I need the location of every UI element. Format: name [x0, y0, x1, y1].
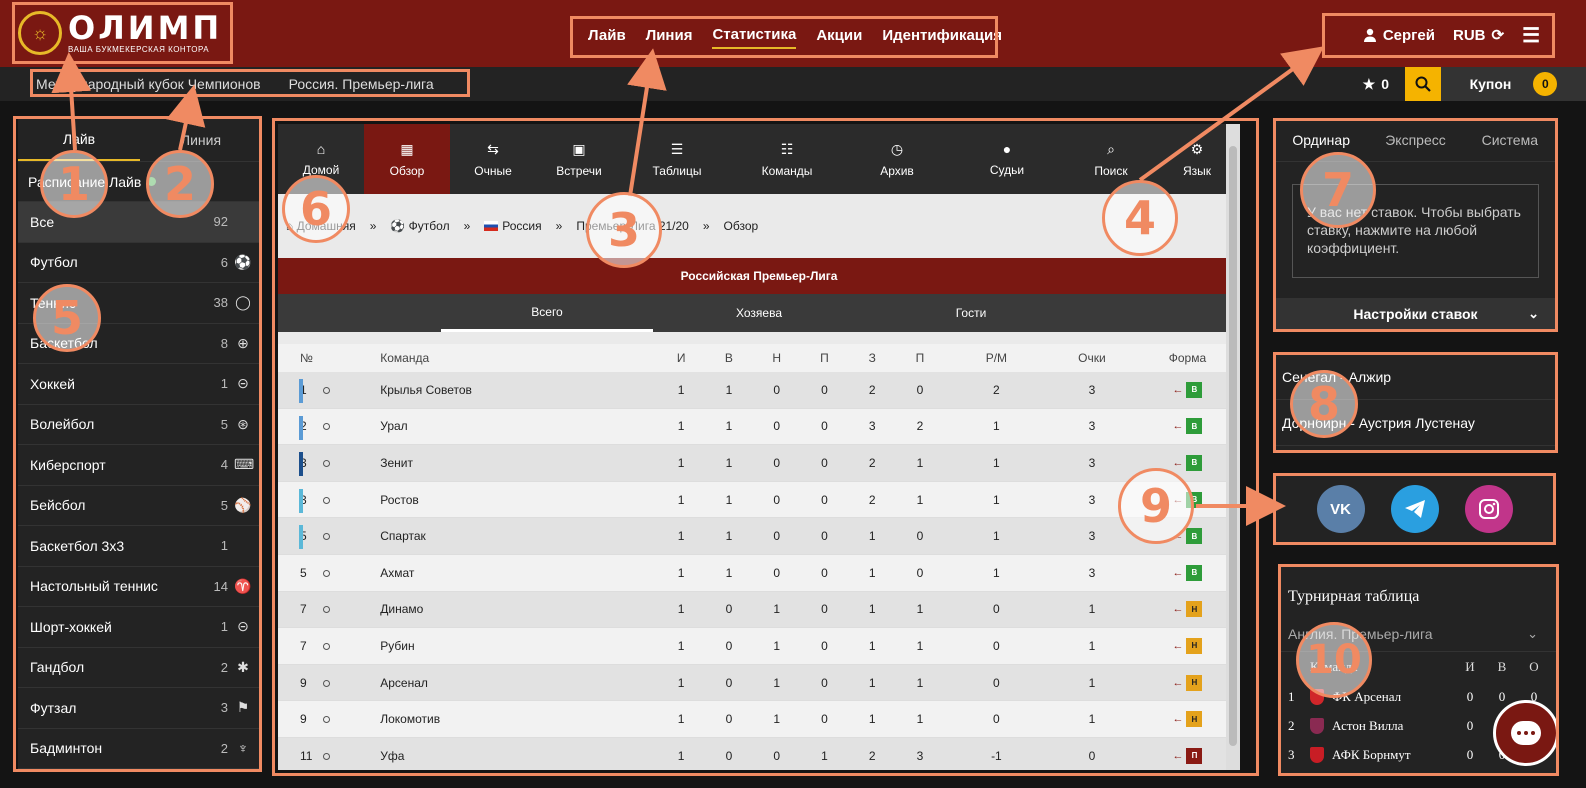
- annotation-marker: 10: [1296, 622, 1372, 698]
- annotation-marker: 5: [33, 284, 101, 352]
- app-root: ☼ ОЛИМП ВАША БУКМЕКЕРСКАЯ КОНТОРА Лайв Л…: [0, 0, 1586, 788]
- annotation-marker: 1: [40, 150, 108, 218]
- annotation-marker: 8: [1290, 370, 1358, 438]
- annotation-marker: 9: [1118, 468, 1194, 544]
- annotation-marker: 2: [146, 150, 214, 218]
- annotation-marker: 7: [1300, 152, 1376, 228]
- annotation-marker: 3: [586, 192, 662, 268]
- annotation-marker: 6: [282, 175, 350, 243]
- annotation-marker: 4: [1102, 180, 1178, 256]
